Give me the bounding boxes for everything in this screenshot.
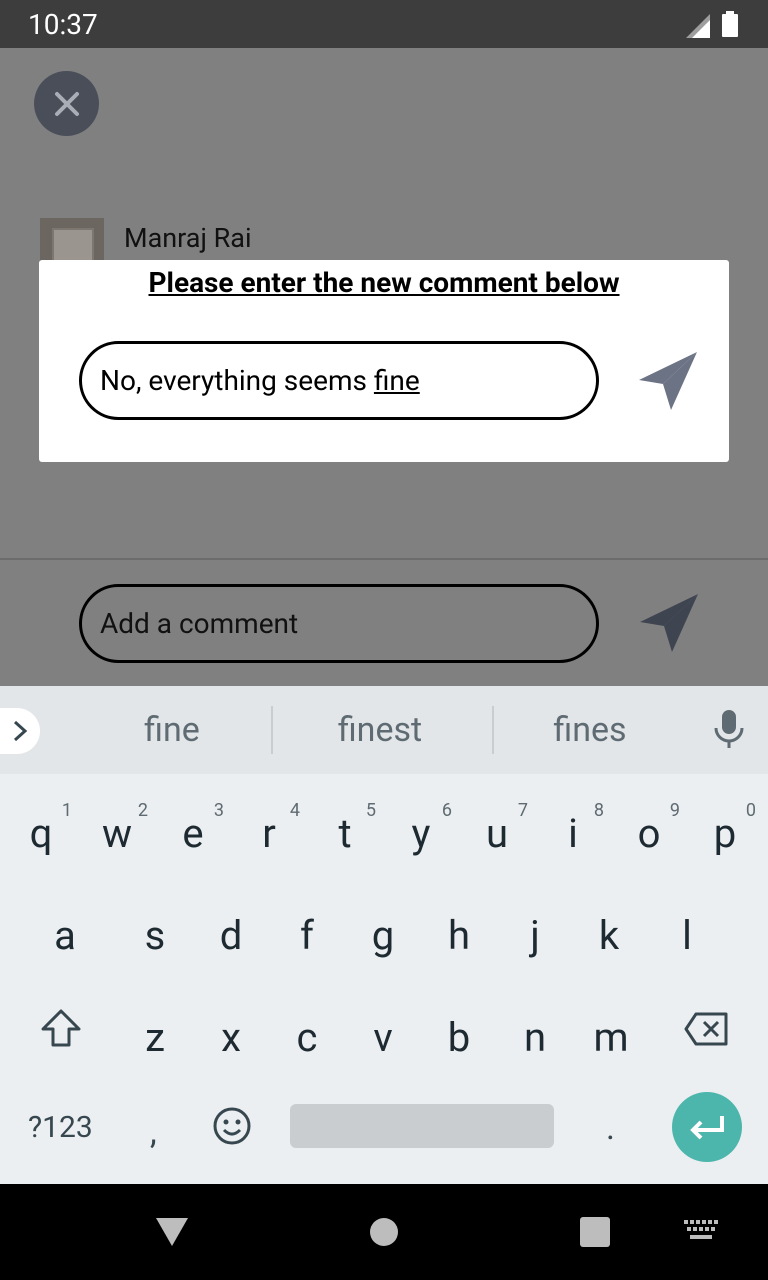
key-l[interactable]: l: [652, 886, 722, 976]
dialog-title: Please enter the new comment below: [148, 266, 620, 299]
key-j[interactable]: j: [500, 886, 570, 976]
suggestion-2[interactable]: finest: [280, 710, 480, 750]
key-o[interactable]: o9: [614, 784, 684, 874]
key-c[interactable]: c: [272, 988, 342, 1078]
chevron-right-icon: [13, 720, 28, 742]
key-d[interactable]: d: [196, 886, 266, 976]
key-z[interactable]: z: [120, 988, 190, 1078]
soft-keyboard: fine finest fines q1 w2 e3 r4 t5 y6 u7 i…: [0, 686, 768, 1184]
key-i[interactable]: i8: [538, 784, 608, 874]
signal-icon: [686, 14, 710, 38]
key-s[interactable]: s: [120, 886, 190, 976]
suggestion-3[interactable]: fines: [490, 710, 690, 750]
composing-word: fine: [373, 364, 420, 397]
key-t[interactable]: t5: [310, 784, 380, 874]
key-w[interactable]: w2: [82, 784, 152, 874]
key-f[interactable]: f: [272, 886, 342, 976]
key-r[interactable]: r4: [234, 784, 304, 874]
divider: [271, 706, 273, 754]
status-bar: 10:37: [0, 0, 768, 48]
back-icon[interactable]: [156, 1216, 188, 1248]
add-comment-input[interactable]: Add a comment: [79, 584, 599, 663]
edit-comment-text: No, everything seems: [100, 364, 374, 397]
suggestion-strip: fine finest fines: [0, 686, 768, 774]
edit-comment-input[interactable]: No, everything seems fine: [79, 341, 599, 420]
enter-icon: [690, 1116, 724, 1140]
comment-send-button[interactable]: [638, 592, 700, 654]
key-u[interactable]: u7: [462, 784, 532, 874]
key-q[interactable]: q1: [6, 784, 76, 874]
expand-suggestions-button[interactable]: [0, 708, 40, 754]
microphone-icon[interactable]: [712, 710, 746, 750]
author-name: Manraj Rai: [124, 222, 252, 254]
comment-bar: Add a comment: [0, 558, 768, 686]
space-bar[interactable]: [290, 1104, 554, 1148]
navigation-bar: [0, 1184, 768, 1280]
key-m[interactable]: m: [576, 988, 646, 1078]
dialog-send-button[interactable]: [637, 350, 699, 412]
key-g[interactable]: g: [348, 886, 418, 976]
key-y[interactable]: y6: [386, 784, 456, 874]
backspace-key[interactable]: [684, 1012, 728, 1046]
key-p[interactable]: p0: [690, 784, 760, 874]
emoji-key[interactable]: [212, 1106, 252, 1146]
key-n[interactable]: n: [500, 988, 570, 1078]
key-a[interactable]: a: [30, 886, 100, 976]
key-e[interactable]: e3: [158, 784, 228, 874]
enter-key[interactable]: [672, 1092, 742, 1162]
period-key[interactable]: .: [606, 1108, 615, 1148]
keyboard-switch-icon[interactable]: [684, 1220, 718, 1242]
symbols-key[interactable]: ?123: [28, 1110, 93, 1145]
home-icon[interactable]: [370, 1218, 398, 1246]
battery-icon: [722, 11, 738, 37]
suggestion-1[interactable]: fine: [72, 710, 272, 750]
add-comment-placeholder: Add a comment: [100, 607, 299, 640]
edit-comment-dialog: Please enter the new comment below No, e…: [39, 260, 729, 462]
status-time: 10:37: [28, 8, 98, 41]
shift-key[interactable]: [40, 1008, 82, 1048]
recents-icon[interactable]: [580, 1217, 610, 1247]
key-h[interactable]: h: [424, 886, 494, 976]
close-icon: [54, 91, 79, 116]
comma-key[interactable]: ,: [150, 1112, 157, 1152]
key-b[interactable]: b: [424, 988, 494, 1078]
key-k[interactable]: k: [574, 886, 644, 976]
key-v[interactable]: v: [348, 988, 418, 1078]
key-x[interactable]: x: [196, 988, 266, 1078]
close-button[interactable]: [34, 71, 99, 136]
